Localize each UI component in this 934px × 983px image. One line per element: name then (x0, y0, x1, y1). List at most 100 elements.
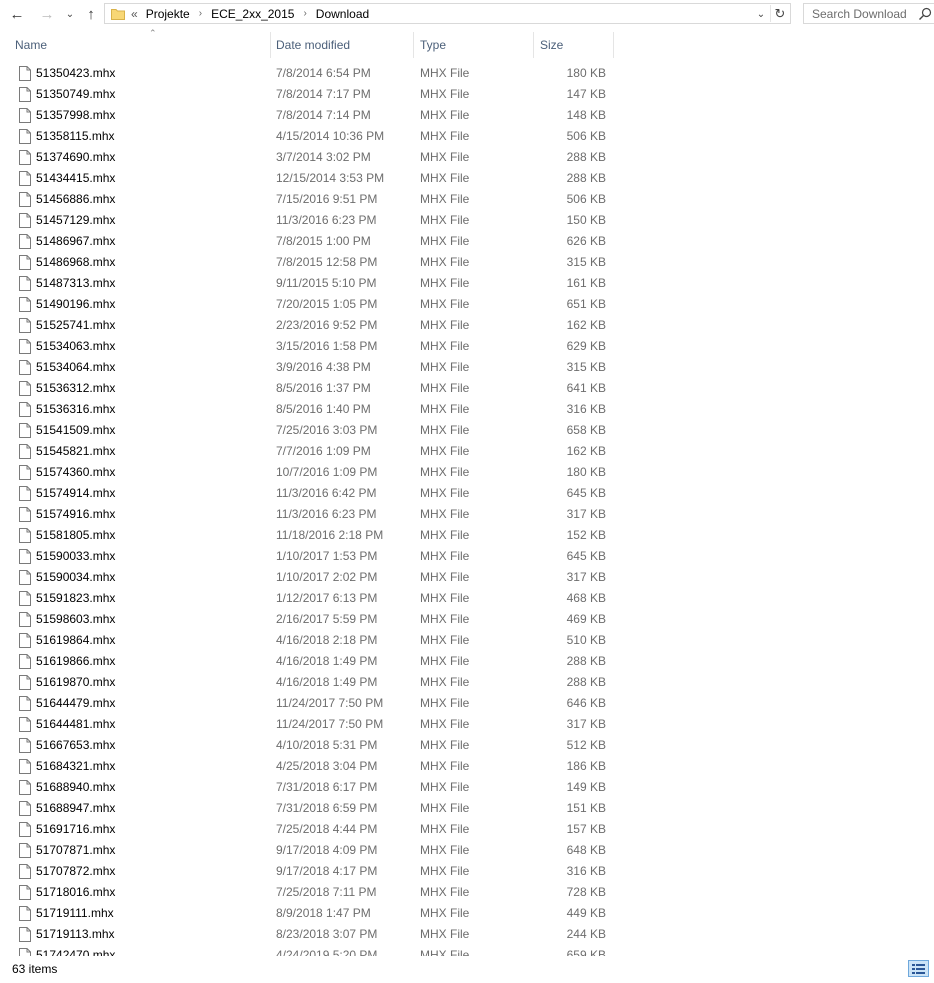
file-type: MHX File (420, 360, 470, 374)
file-row[interactable]: 51456886.mhx 7/15/2016 9:51 PM MHX File 506… (0, 189, 934, 210)
breadcrumb-overflow[interactable]: « (131, 7, 138, 21)
file-name: 51644479.mhx (36, 696, 116, 710)
search-placeholder: Search Download (812, 6, 907, 21)
file-row[interactable]: 51486968.mhx 7/8/2015 12:58 PM MHX File 315… (0, 252, 934, 273)
file-date-modified: 7/8/2014 7:14 PM (276, 108, 371, 122)
file-row[interactable]: 51719113.mhx 8/23/2018 3:07 PM MHX File 244… (0, 924, 934, 945)
file-row[interactable]: 51688940.mhx 7/31/2018 6:17 PM MHX File 149… (0, 777, 934, 798)
file-row[interactable]: 51644481.mhx 11/24/2017 7:50 PM MHX File 31… (0, 714, 934, 735)
file-row[interactable]: 51691716.mhx 7/25/2018 4:44 PM MHX File 157… (0, 819, 934, 840)
file-icon (19, 276, 31, 291)
forward-button[interactable]: → (38, 4, 56, 24)
file-row[interactable]: 51598603.mhx 2/16/2017 5:59 PM MHX File 469… (0, 609, 934, 630)
file-row[interactable]: 51490196.mhx 7/20/2015 1:05 PM MHX File 651… (0, 294, 934, 315)
file-row[interactable]: 51457129.mhx 11/3/2016 6:23 PM MHX File 150… (0, 210, 934, 231)
file-row[interactable]: 51374690.mhx 3/7/2014 3:02 PM MHX File 288 … (0, 147, 934, 168)
file-row[interactable]: 51574360.mhx 10/7/2016 1:09 PM MHX File 180… (0, 462, 934, 483)
file-name: 51525741.mhx (36, 318, 116, 332)
column-divider[interactable] (270, 32, 271, 58)
breadcrumb-item[interactable]: Projekte (146, 7, 190, 21)
file-type: MHX File (420, 486, 470, 500)
details-view-button[interactable] (908, 960, 929, 977)
search-icon[interactable] (918, 7, 932, 21)
sort-ascending-icon: ⌃ (149, 28, 157, 38)
column-header-size[interactable]: Size (540, 29, 613, 61)
file-row[interactable]: 51525741.mhx 2/23/2016 9:52 PM MHX File 162… (0, 315, 934, 336)
address-dropdown-button[interactable]: ⌄ (755, 7, 767, 21)
file-row[interactable]: 51574916.mhx 11/3/2016 6:23 PM MHX File 317… (0, 504, 934, 525)
file-size: 645 KB (566, 486, 606, 500)
file-row[interactable]: 51644479.mhx 11/24/2017 7:50 PM MHX File 64… (0, 693, 934, 714)
file-row[interactable]: 51667653.mhx 4/10/2018 5:31 PM MHX File 512… (0, 735, 934, 756)
file-row[interactable]: 51581805.mhx 11/18/2016 2:18 PM MHX File 15… (0, 525, 934, 546)
refresh-button[interactable]: ↻ (770, 5, 789, 22)
file-row[interactable]: 51707872.mhx 9/17/2018 4:17 PM MHX File 316… (0, 861, 934, 882)
file-row[interactable]: 51358115.mhx 4/15/2014 10:36 PM MHX File 50… (0, 126, 934, 147)
file-row[interactable]: 51357998.mhx 7/8/2014 7:14 PM MHX File 148 … (0, 105, 934, 126)
file-icon (19, 129, 31, 144)
breadcrumb-item[interactable]: Download (316, 7, 369, 21)
file-row[interactable]: 51591823.mhx 1/12/2017 6:13 PM MHX File 468… (0, 588, 934, 609)
file-row[interactable]: 51590033.mhx 1/10/2017 1:53 PM MHX File 645… (0, 546, 934, 567)
file-row[interactable]: 51718016.mhx 7/25/2018 7:11 PM MHX File 728… (0, 882, 934, 903)
back-button[interactable]: ← (8, 4, 26, 24)
file-type: MHX File (420, 738, 470, 752)
file-row[interactable]: 51545821.mhx 7/7/2016 1:09 PM MHX File 162 … (0, 441, 934, 462)
file-size: 288 KB (566, 150, 606, 164)
column-divider[interactable] (533, 32, 534, 58)
recent-locations-button[interactable]: ⌄ (63, 4, 77, 24)
breadcrumb-separator-icon[interactable]: › (303, 8, 306, 19)
file-row[interactable]: 51541509.mhx 7/25/2016 3:03 PM MHX File 658… (0, 420, 934, 441)
file-row[interactable]: 51684321.mhx 4/25/2018 3:04 PM MHX File 186… (0, 756, 934, 777)
file-size: 288 KB (566, 171, 606, 185)
file-size: 506 KB (566, 129, 606, 143)
file-row[interactable]: 51534064.mhx 3/9/2016 4:38 PM MHX File 315 … (0, 357, 934, 378)
column-header-date-modified[interactable]: Date modified (276, 29, 413, 61)
file-date-modified: 4/25/2018 3:04 PM (276, 759, 378, 773)
file-date-modified: 7/8/2015 1:00 PM (276, 234, 371, 248)
file-row[interactable]: 51619864.mhx 4/16/2018 2:18 PM MHX File 510… (0, 630, 934, 651)
file-row[interactable]: 51590034.mhx 1/10/2017 2:02 PM MHX File 317… (0, 567, 934, 588)
file-row[interactable]: 51350749.mhx 7/8/2014 7:17 PM MHX File 147 … (0, 84, 934, 105)
breadcrumb-separator-icon[interactable]: › (199, 8, 202, 19)
column-header-type[interactable]: Type (420, 29, 533, 61)
address-bar[interactable]: « Projekte › ECE_2xx_2015 › Download ⌄ ↻ (104, 3, 791, 24)
file-row[interactable]: 51534063.mhx 3/15/2016 1:58 PM MHX File 629… (0, 336, 934, 357)
file-row[interactable]: 51487313.mhx 9/11/2015 5:10 PM MHX File 161… (0, 273, 934, 294)
column-header-date-label: Date modified (276, 38, 351, 52)
file-row[interactable]: 51350423.mhx 7/8/2014 6:54 PM MHX File 180 … (0, 63, 934, 84)
file-date-modified: 4/16/2018 2:18 PM (276, 633, 378, 647)
column-header-name[interactable]: Name ⌃ (15, 28, 271, 61)
file-type: MHX File (420, 927, 470, 941)
file-icon (19, 717, 31, 732)
file-row[interactable]: 51619870.mhx 4/16/2018 1:49 PM MHX File 288… (0, 672, 934, 693)
file-row[interactable]: 51707871.mhx 9/17/2018 4:09 PM MHX File 648… (0, 840, 934, 861)
file-size: 317 KB (566, 570, 606, 584)
file-row[interactable]: 51719111.mhx 8/9/2018 1:47 PM MHX File 449 … (0, 903, 934, 924)
file-icon (19, 801, 31, 816)
column-divider[interactable] (413, 32, 414, 58)
file-row[interactable]: 51536312.mhx 8/5/2016 1:37 PM MHX File 641 … (0, 378, 934, 399)
file-type: MHX File (420, 297, 470, 311)
file-icon (19, 150, 31, 165)
file-row[interactable]: 51688947.mhx 7/31/2018 6:59 PM MHX File 151… (0, 798, 934, 819)
file-list[interactable]: 51350423.mhx 7/8/2014 6:54 PM MHX File 180 … (0, 63, 934, 956)
file-name: 51536312.mhx (36, 381, 116, 395)
file-row[interactable]: 51536316.mhx 8/5/2016 1:40 PM MHX File 316 … (0, 399, 934, 420)
search-input[interactable]: Search Download (803, 3, 934, 24)
file-size: 317 KB (566, 507, 606, 521)
file-row[interactable]: 51619866.mhx 4/16/2018 1:49 PM MHX File 288… (0, 651, 934, 672)
file-size: 162 KB (566, 444, 606, 458)
column-divider[interactable] (613, 32, 614, 58)
file-row[interactable]: 51434415.mhx 12/15/2014 3:53 PM MHX File 28… (0, 168, 934, 189)
file-row[interactable]: 51574914.mhx 11/3/2016 6:42 PM MHX File 645… (0, 483, 934, 504)
file-icon (19, 297, 31, 312)
file-date-modified: 8/5/2016 1:37 PM (276, 381, 371, 395)
file-size: 151 KB (566, 801, 606, 815)
file-size: 147 KB (566, 87, 606, 101)
file-row[interactable]: 51742470.mhx 4/24/2019 5:20 PM MHX File 659… (0, 945, 934, 956)
file-icon (19, 213, 31, 228)
file-row[interactable]: 51486967.mhx 7/8/2015 1:00 PM MHX File 626 … (0, 231, 934, 252)
breadcrumb-item[interactable]: ECE_2xx_2015 (211, 7, 294, 21)
up-button[interactable]: ↑ (82, 4, 100, 24)
